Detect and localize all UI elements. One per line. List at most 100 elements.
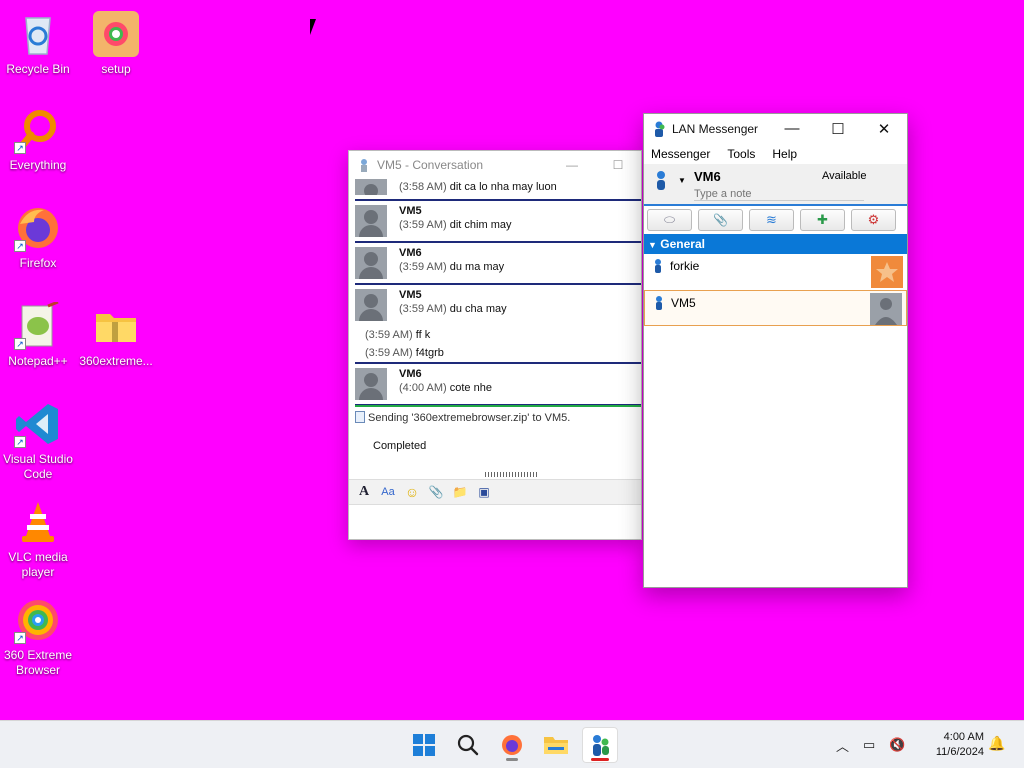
chat-button[interactable]: ⬭	[647, 209, 692, 231]
message-text: du cha may	[449, 303, 507, 315]
broadcast-button[interactable]: ≋	[749, 209, 794, 231]
message-sender: VM5	[399, 205, 422, 217]
lan-messenger-app-icon	[361, 159, 367, 172]
message-followup: (3:59 AM) f4tgrb	[355, 344, 641, 362]
taskbar-lan-messenger[interactable]	[582, 727, 618, 763]
message-item: VM6 (3:59 AM) du ma may	[355, 243, 641, 285]
lan-messenger-window[interactable]: LAN Messenger — ☐ ✕ Messenger Tools Help…	[643, 113, 908, 588]
message-sender: VM6	[399, 247, 422, 259]
menu-messenger[interactable]: Messenger	[651, 147, 710, 161]
user-status[interactable]: Available	[822, 170, 866, 182]
message-list[interactable]: (3:58 AM) dit ca lo nha may luon VM5 (3:…	[355, 179, 641, 427]
contact-status-icon	[655, 259, 661, 273]
mouse-cursor-icon	[310, 19, 316, 35]
desktop-icon-recycle-bin[interactable]: Recycle Bin	[0, 10, 76, 77]
save-icon[interactable]: ▣	[475, 483, 493, 501]
note-input[interactable]	[694, 188, 864, 201]
message-text: du ma may	[449, 261, 505, 273]
desktop-icon-zip-folder[interactable]: 360extreme...	[78, 302, 154, 369]
minimize-button[interactable]: —	[549, 158, 595, 172]
message-time: (3:59 AM)	[399, 261, 447, 273]
desktop-icon-label: 360 Extreme Browser	[3, 648, 73, 677]
message-sender: VM6	[399, 368, 422, 380]
desktop-icon-everything[interactable]: ↗ Everything	[0, 106, 76, 173]
taskbar-firefox[interactable]	[494, 727, 530, 763]
conversation-titlebar[interactable]: VM5 - Conversation — ☐	[349, 151, 641, 179]
desktop-icon-notepad-plus-plus[interactable]: ↗ Notepad++	[0, 300, 76, 369]
start-button[interactable]	[406, 727, 442, 763]
clock-time: 4:00 AM	[943, 731, 984, 743]
running-indicator	[506, 758, 518, 761]
firefox-icon	[502, 735, 522, 755]
lan-toolbar: ⬭ 📎 ≋ ✚ ⚙	[644, 204, 907, 234]
avatar	[355, 205, 387, 237]
message-sender: VM5	[399, 289, 422, 301]
desktop-icon-label: setup	[101, 62, 131, 76]
conversation-window[interactable]: VM5 - Conversation — ☐ (3:58 AM) dit ca …	[348, 150, 642, 540]
desktop-icon-label: VLC media player	[8, 550, 68, 579]
clock[interactable]: 4:00 AM 11/6/2024	[922, 730, 984, 760]
lan-titlebar[interactable]: LAN Messenger — ☐ ✕	[644, 114, 907, 144]
maximize-button[interactable]: ☐	[595, 158, 641, 172]
file-transfer-status: Completed	[373, 440, 427, 452]
setup-icon	[92, 10, 140, 58]
message-followup: (3:59 AM) ff k	[355, 326, 641, 344]
zip-folder-icon	[92, 302, 140, 350]
user-name: VM6	[694, 169, 721, 184]
shortcut-arrow-icon: ↗	[14, 142, 26, 154]
contact-name: VM5	[671, 296, 696, 310]
message-item: VM5 (3:59 AM) du cha may	[355, 285, 641, 326]
message-item: (3:58 AM) dit ca lo nha may luon	[355, 179, 641, 201]
send-folder-icon[interactable]: 📁	[451, 483, 469, 501]
message-time: (3:59 AM)	[365, 329, 413, 341]
user-icon	[657, 171, 665, 190]
close-button[interactable]: ✕	[861, 120, 907, 138]
collapse-icon: ▼	[648, 240, 657, 250]
notifications-bell-icon[interactable]: 🔔	[988, 735, 1005, 752]
volume-muted-icon[interactable]: 🔇	[889, 737, 905, 753]
desktop-icon-label: Notepad++	[8, 354, 68, 368]
status-dropdown-icon[interactable]: ▼	[678, 176, 686, 185]
desktop-icon-vscode[interactable]: ↗ Visual Studio Code	[0, 400, 76, 482]
font-icon[interactable]: A	[355, 483, 373, 501]
file-transfer-panel: Sending '360extremebrowser.zip' to VM5. …	[355, 405, 641, 456]
message-input[interactable]	[349, 507, 641, 539]
contact-avatar	[870, 293, 902, 325]
message-time: (4:00 AM)	[399, 382, 447, 394]
send-file-button[interactable]: 📎	[698, 209, 743, 231]
desktop-icon-setup[interactable]: setup	[78, 10, 154, 77]
group-name: General	[660, 237, 705, 251]
file-icon	[355, 411, 365, 423]
message-time: (3:59 AM)	[399, 219, 447, 231]
search-icon	[457, 734, 479, 756]
taskbar-file-explorer[interactable]	[538, 727, 574, 763]
group-header-general[interactable]: ▼ General	[644, 234, 907, 254]
splitter-handle[interactable]	[485, 472, 539, 477]
vscode-icon: ↗	[14, 400, 62, 448]
network-icon[interactable]: ▭	[863, 737, 875, 753]
contact-item[interactable]: forkie	[644, 254, 907, 290]
smiley-icon[interactable]: ☺	[403, 483, 421, 501]
360-browser-icon: ↗	[14, 596, 62, 644]
desktop-icon-firefox[interactable]: ↗ Firefox	[0, 204, 76, 271]
maximize-button[interactable]: ☐	[815, 120, 861, 138]
shortcut-arrow-icon: ↗	[14, 436, 26, 448]
desktop-icon-360-browser[interactable]: ↗ 360 Extreme Browser	[0, 596, 76, 678]
font-color-icon[interactable]: Aa	[379, 483, 397, 501]
running-indicator	[591, 758, 609, 761]
message-time: (3:59 AM)	[399, 303, 447, 315]
show-hidden-icons-chevron-icon[interactable]: ︿	[836, 736, 849, 755]
message-text: ff k	[415, 329, 431, 341]
minimize-button[interactable]: —	[769, 120, 815, 138]
menu-tools[interactable]: Tools	[727, 147, 755, 161]
message-text: dit ca lo nha may luon	[449, 181, 557, 193]
contact-item-selected[interactable]: VM5	[644, 290, 907, 326]
attach-file-icon[interactable]: 📎	[427, 483, 445, 501]
settings-button[interactable]: ⚙	[851, 209, 896, 231]
search-button[interactable]	[450, 727, 486, 763]
contact-name: forkie	[670, 259, 700, 273]
add-group-button[interactable]: ✚	[800, 209, 845, 231]
desktop-icon-vlc[interactable]: VLC media player	[0, 498, 76, 580]
conversation-toolbar: A Aa ☺ 📎 📁 ▣	[349, 479, 641, 505]
menu-help[interactable]: Help	[772, 147, 797, 161]
